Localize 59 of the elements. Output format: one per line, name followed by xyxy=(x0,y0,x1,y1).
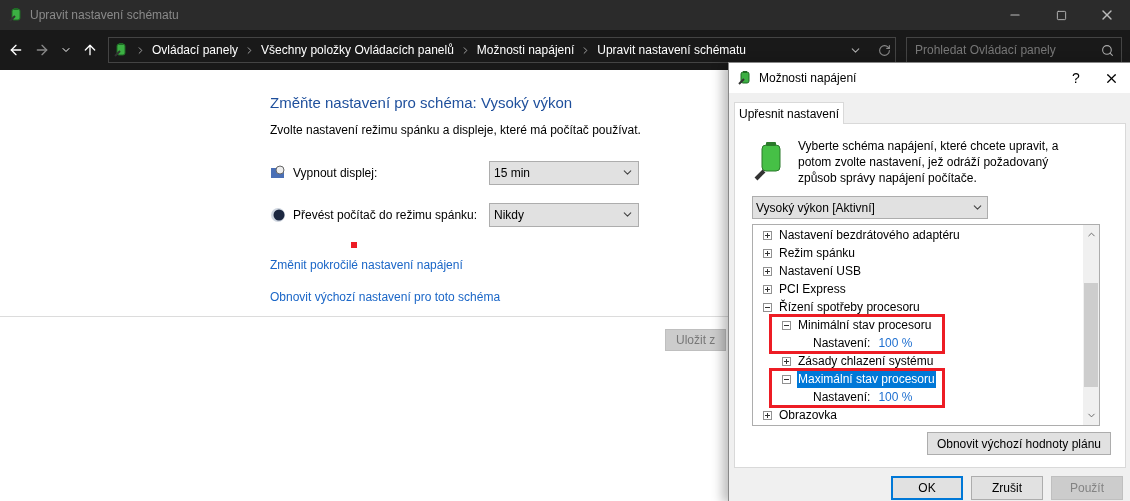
tree-item[interactable]: Nastavení USB xyxy=(778,262,863,280)
tree-item[interactable]: Nastavení bezdrátového adaptéru xyxy=(778,226,961,244)
breadcrumb-item[interactable]: Upravit nastavení schématu xyxy=(597,41,746,59)
setting-label: Vypnout displej: xyxy=(293,164,379,182)
battery-plug-icon xyxy=(8,7,24,23)
up-icon[interactable] xyxy=(82,42,98,58)
breadcrumb-item[interactable]: Všechny položky Ovládacích panelů xyxy=(261,41,454,59)
address-bar[interactable]: Ovládací panely Všechny položky Ovládacích panelů Možnosti napájení Upravit nastavení schématu xyxy=(108,37,896,63)
window-title: Upravit nastavení schématu xyxy=(30,7,179,24)
setting-label: Nastavení: xyxy=(813,389,871,406)
back-icon[interactable] xyxy=(8,42,24,58)
tree-item[interactable]: Minimální stav procesoru xyxy=(797,316,933,334)
dropdown-select[interactable]: 15 min xyxy=(489,160,639,185)
tree-item[interactable]: Režim spánku xyxy=(778,244,857,262)
page-heading: Změňte nastavení pro schéma: Vysoký výkon xyxy=(270,93,574,113)
tree-item[interactable]: PCI Express xyxy=(778,280,847,298)
setting-label: Převést počítač do režimu spánku: xyxy=(293,206,479,224)
battery-plug-icon xyxy=(737,70,753,86)
reset-defaults-button[interactable]: Obnovit výchozí hodnoty plánu xyxy=(926,432,1111,455)
collapse-icon[interactable] xyxy=(763,302,772,312)
expand-icon[interactable] xyxy=(763,410,772,420)
forward-icon[interactable] xyxy=(34,42,50,58)
tab[interactable]: Upřesnit nastavení xyxy=(734,102,845,124)
expand-icon[interactable] xyxy=(763,230,772,240)
moon-icon xyxy=(270,206,286,223)
expand-icon[interactable] xyxy=(763,284,772,294)
dialog-title: Možnosti napájení xyxy=(759,70,857,87)
battery-plug-icon xyxy=(113,42,129,58)
search-field[interactable]: Prohledat Ovládací panely xyxy=(906,37,1122,63)
dialog-button[interactable]: Zrušit xyxy=(971,476,1043,500)
dialog-description: Vyberte schéma napájení, které chcete upravit, a potom zvolte nastavení, jež odráží požadovaný způsob správy napájení počítače. xyxy=(798,138,1060,186)
setting-value[interactable]: 100 % xyxy=(878,334,913,352)
refresh-icon[interactable] xyxy=(878,43,891,57)
dialog-button[interactable]: OK xyxy=(891,476,963,500)
scrollbar[interactable] xyxy=(1083,225,1099,425)
expand-icon[interactable] xyxy=(782,356,791,366)
help-button[interactable]: ? xyxy=(1061,63,1091,93)
search-icon xyxy=(1101,44,1114,57)
collapse-icon[interactable] xyxy=(782,320,791,330)
setting-value[interactable]: 100 % xyxy=(878,388,913,406)
expand-icon[interactable] xyxy=(763,266,772,276)
collapse-icon[interactable] xyxy=(782,374,791,384)
monitor-clock-icon xyxy=(270,164,286,181)
scroll-thumb[interactable] xyxy=(1084,283,1098,387)
breadcrumb-item[interactable]: Ovládací panely xyxy=(152,41,239,59)
setting-label: Nastavení: xyxy=(813,335,871,352)
maximize-icon xyxy=(1055,9,1067,21)
scheme-select[interactable]: Vysoký výkon [Aktivní] xyxy=(752,196,988,219)
tree-item[interactable]: Řízení spotřeby procesoru xyxy=(778,298,921,316)
page-subtitle: Zvolte nastavení režimu spánku a displeje, které má počítač používat. xyxy=(270,121,642,139)
link[interactable]: Změnit pokročilé nastavení napájení xyxy=(270,255,728,274)
dropdown-select[interactable]: Nikdy xyxy=(489,202,639,227)
tree-item[interactable]: Obrazovka xyxy=(778,406,839,424)
marker-square xyxy=(351,241,357,248)
expand-icon[interactable] xyxy=(763,248,772,258)
tree-item[interactable]: Zásady chlazení systému xyxy=(797,352,935,370)
tree-item[interactable]: Maximální stav procesoru xyxy=(797,370,936,388)
link[interactable]: Obnovit výchozí nastavení pro toto schéma xyxy=(270,287,728,306)
breadcrumb-item[interactable]: Možnosti napájení xyxy=(476,41,575,59)
